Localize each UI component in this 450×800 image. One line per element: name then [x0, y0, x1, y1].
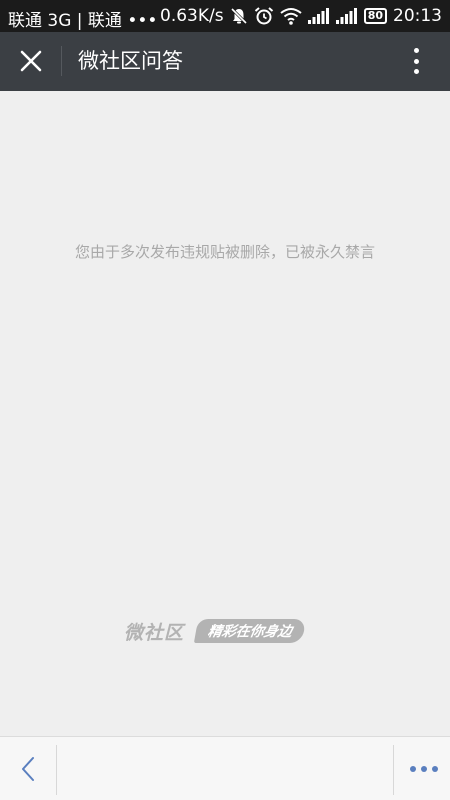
- app-bar: 微社区问答: [0, 32, 450, 91]
- carrier-text: 联通 3G | 联通 •••: [8, 11, 158, 31]
- more-vertical-icon: [413, 58, 419, 64]
- ban-notice: 您由于多次发布违规贴被删除，已被永久禁言: [74, 243, 375, 261]
- app-bar-divider: [61, 46, 62, 76]
- alarm-icon: [254, 7, 273, 25]
- notification-off-icon: [230, 7, 247, 25]
- close-icon: [20, 50, 42, 72]
- wifi-icon: [280, 8, 302, 25]
- clock: 20:13: [393, 6, 442, 26]
- bottom-toolbar: [0, 736, 450, 800]
- status-icons: 80 20:13: [230, 6, 442, 26]
- toolbar-divider: [56, 745, 57, 795]
- brand-logo: 微社区 精彩在你身边: [124, 618, 307, 644]
- status-bar: 联通 3G | 联通 ••• 0.63K/s 80 20:13: [0, 0, 450, 32]
- toolbar-divider: [393, 745, 394, 795]
- brand-tagline: 精彩在你身边: [193, 619, 307, 643]
- more-vertical-icon: [413, 48, 419, 53]
- more-horizontal-icon: [410, 766, 416, 772]
- more-horizontal-icon: [421, 766, 427, 772]
- battery-icon: 80: [363, 8, 387, 24]
- more-menu-button[interactable]: [410, 755, 438, 783]
- more-vertical-icon: [413, 69, 419, 74]
- chevron-left-icon: [22, 757, 34, 781]
- back-button[interactable]: [8, 749, 48, 789]
- brand-name: 微社区: [124, 621, 185, 644]
- network-speed: 0.63K/s: [160, 6, 224, 26]
- signal-icon: [335, 8, 357, 24]
- more-horizontal-icon: [432, 766, 438, 772]
- close-button[interactable]: [12, 42, 50, 80]
- page-title: 微社区问答: [78, 49, 183, 73]
- main-content: 您由于多次发布违规贴被删除，已被永久禁言 微社区 精彩在你身边: [0, 91, 450, 736]
- signal-icon: [307, 8, 329, 24]
- more-options-button[interactable]: [402, 44, 430, 78]
